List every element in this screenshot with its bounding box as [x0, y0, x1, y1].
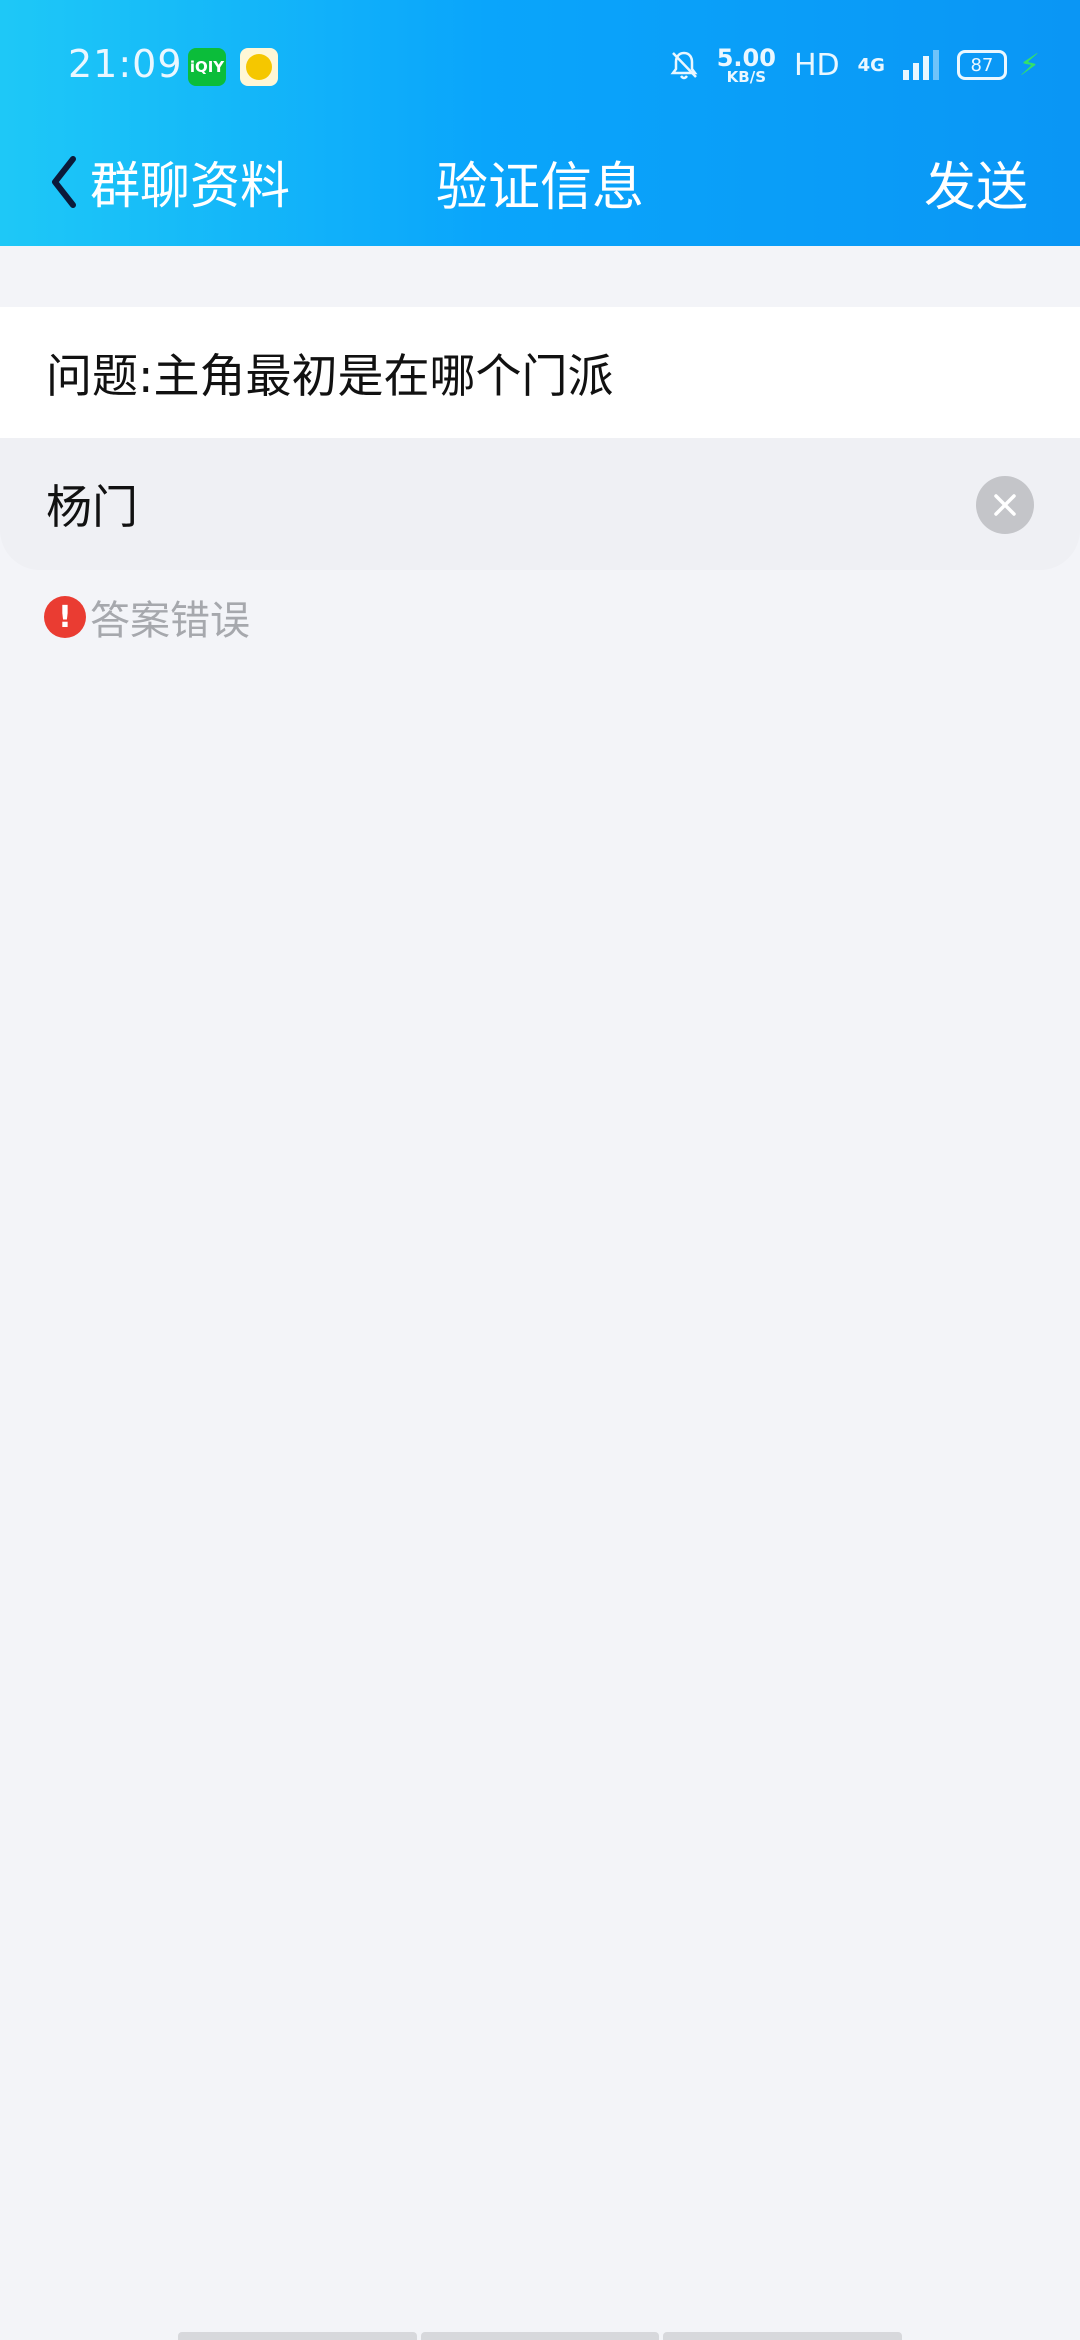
question-text: 问题:主角最初是在哪个门派 [46, 348, 614, 403]
battery-level: 87 [970, 54, 994, 76]
qq-music-icon [240, 48, 278, 86]
network-type: 4G [857, 54, 885, 76]
answer-field[interactable]: 杨门 [0, 438, 1080, 570]
send-button[interactable]: 发送 [924, 142, 1028, 222]
nav-bar: 群聊资料 验证信息 发送 [0, 132, 1080, 246]
network-speed: 5.00 KB/S [717, 46, 776, 85]
iqiyi-icon-label: iQIY [189, 58, 225, 76]
battery-icon: 87 [956, 50, 1007, 80]
iqiyi-icon: iQIY [188, 48, 226, 86]
status-icons: 5.00 KB/S HD 4G 87 ⚡ [669, 40, 1040, 90]
question-row: 问题:主角最初是在哪个门派 [0, 307, 1080, 438]
network-speed-value: 5.00 [716, 43, 776, 72]
error-text: 答案错误 [90, 598, 250, 644]
page-title: 验证信息 [435, 157, 644, 218]
bell-muted-icon [670, 51, 698, 80]
answer-input-value[interactable]: 杨门 [46, 471, 138, 537]
status-time: 21:09 [68, 42, 183, 86]
hd-label: HD [793, 47, 840, 83]
error-icon: ! [44, 596, 86, 638]
home-indicator[interactable] [178, 2332, 903, 2340]
clear-input-button[interactable] [976, 476, 1034, 534]
signal-icon [902, 50, 939, 80]
charging-icon: ⚡ [1018, 47, 1040, 83]
close-icon [994, 494, 1016, 516]
header: 21:09 iQIY 5.00 KB/S HD 4G 87 ⚡ 群聊资料 验证信… [0, 0, 1080, 246]
status-bar: 21:09 iQIY 5.00 KB/S HD 4G 87 ⚡ [0, 0, 1080, 132]
error-message: ! 答案错误 [44, 592, 250, 644]
network-speed-unit: KB/S [726, 67, 766, 86]
